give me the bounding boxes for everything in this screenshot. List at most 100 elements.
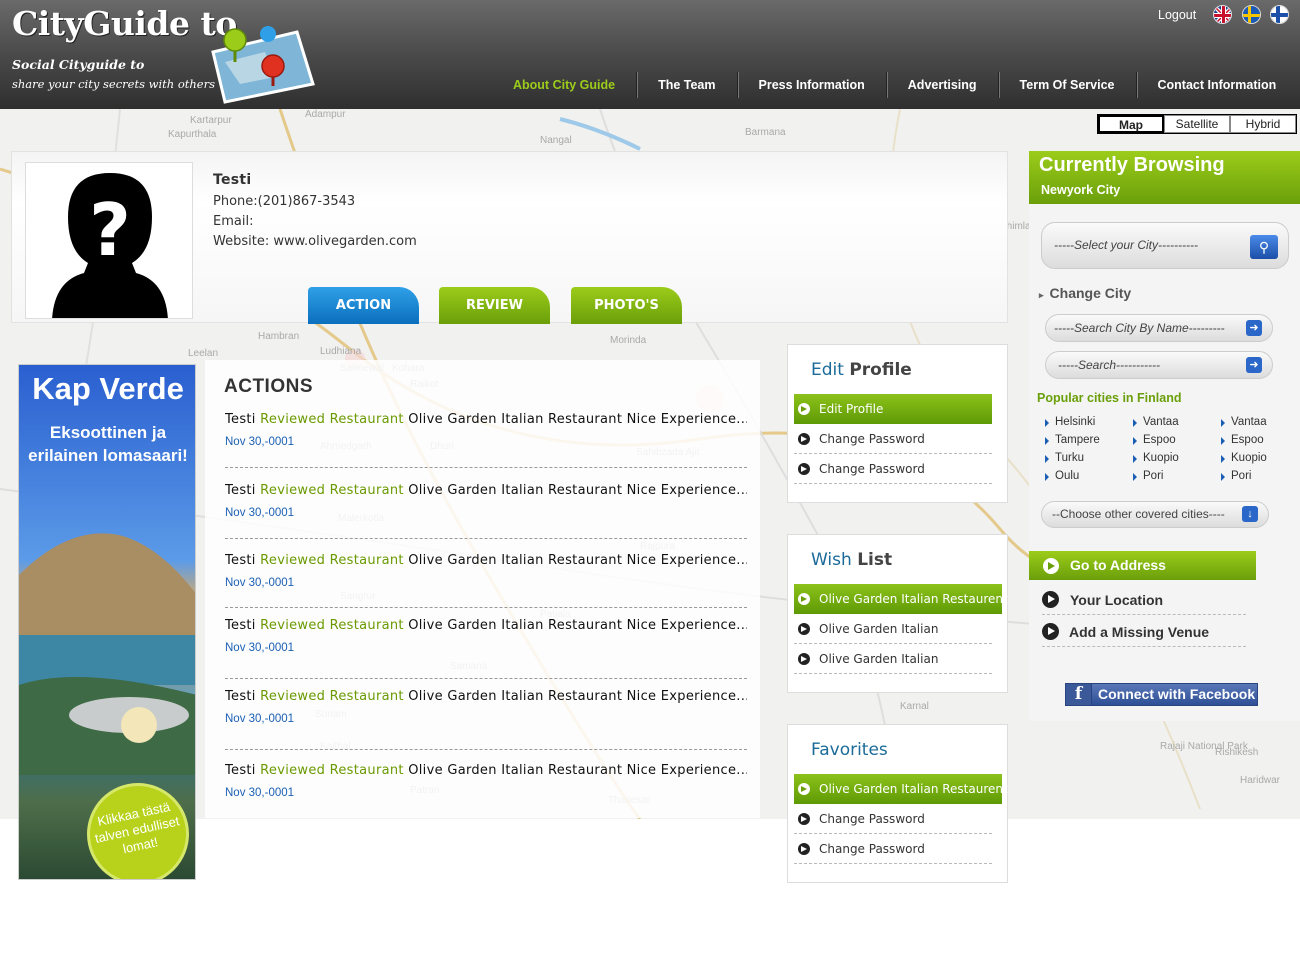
arrow-right-icon[interactable]: ➜ xyxy=(1246,357,1262,373)
nav-the-team[interactable]: The Team xyxy=(637,72,738,98)
finland-flag-icon[interactable] xyxy=(1270,5,1289,24)
nav-advertising[interactable]: Advertising xyxy=(887,72,999,98)
action-user[interactable]: Testi xyxy=(225,483,256,498)
city-link[interactable]: Kuopio xyxy=(1133,452,1221,464)
city-link[interactable]: Helsinki xyxy=(1045,416,1133,428)
action-text[interactable]: Olive Garden Italian Restaurant Nice Exp… xyxy=(408,689,747,704)
action-divider xyxy=(225,607,747,608)
map-place-label: Kapurthala xyxy=(168,129,217,140)
action-item: Testi Reviewed Restaurant Olive Garden I… xyxy=(225,553,747,589)
current-city: Newyork City xyxy=(1041,183,1121,197)
wish-list-item[interactable]: Olive Garden Italian Restaurent xyxy=(794,584,1008,614)
action-text[interactable]: Olive Garden Italian Restaurant Nice Exp… xyxy=(408,618,747,633)
site-header: CityGuide to Social Cityguide to share y… xyxy=(0,0,1300,109)
action-text[interactable]: Olive Garden Italian Restaurant Nice Exp… xyxy=(408,483,747,498)
profile-website[interactable]: Website: www.olivegarden.com xyxy=(213,234,417,249)
city-link[interactable]: Kuopio xyxy=(1221,452,1285,464)
tab-action[interactable]: ACTION xyxy=(308,287,419,324)
ad-subtitle: Eksoottinen ja erilainen lomasaari! xyxy=(28,423,188,465)
city-link[interactable]: Pori xyxy=(1133,470,1221,482)
site-logo-title[interactable]: CityGuide to xyxy=(12,4,237,43)
tab-review[interactable]: REVIEW xyxy=(439,287,550,324)
search-icon[interactable]: ⚲ xyxy=(1250,235,1278,259)
tab-photos[interactable]: PHOTO'S xyxy=(571,287,682,324)
nav-contact-information[interactable]: Contact Information xyxy=(1137,72,1292,98)
action-user[interactable]: Testi xyxy=(225,689,256,704)
favorite-item[interactable]: Change Password xyxy=(794,804,992,834)
profile-name: Testi xyxy=(213,172,252,188)
city-link[interactable]: Tampere xyxy=(1045,434,1133,446)
action-verb: Reviewed Restaurant xyxy=(260,483,404,498)
favorite-item[interactable]: Olive Garden Italian Restaurent xyxy=(794,774,1008,804)
sweden-flag-icon[interactable] xyxy=(1242,5,1261,24)
map-place-label: Morinda xyxy=(610,335,647,346)
action-text[interactable]: Olive Garden Italian Restaurant Nice Exp… xyxy=(408,553,747,568)
go-to-address-button[interactable]: Go to Address xyxy=(1029,551,1256,580)
change-password-link[interactable]: Change Password xyxy=(794,424,992,454)
map-type-hybrid[interactable]: Hybrid xyxy=(1230,115,1296,133)
popular-cities-title: Popular cities in Finland xyxy=(1037,391,1182,405)
action-user[interactable]: Testi xyxy=(225,553,256,568)
site-logo-tagline-2: share your city secrets with others xyxy=(12,77,215,91)
search-input[interactable]: -----Search----------- ➜ xyxy=(1045,351,1273,379)
map-type-map[interactable]: Map xyxy=(1098,115,1164,133)
action-divider xyxy=(225,678,747,679)
action-verb: Reviewed Restaurant xyxy=(260,618,404,633)
arrow-right-icon[interactable]: ➜ xyxy=(1246,320,1262,336)
action-verb: Reviewed Restaurant xyxy=(260,763,404,778)
search-city-input[interactable]: -----Search City By Name--------- ➜ xyxy=(1045,314,1273,342)
wish-list-item[interactable]: Olive Garden Italian xyxy=(794,644,992,674)
action-text[interactable]: Olive Garden Italian Restaurant Nice Exp… xyxy=(408,763,747,778)
logout-link[interactable]: Logout xyxy=(1158,8,1196,22)
add-missing-venue-link[interactable]: Add a Missing Venue xyxy=(1042,617,1246,647)
wish-list-item[interactable]: Olive Garden Italian xyxy=(794,614,992,644)
arrow-right-icon xyxy=(798,653,810,665)
edit-profile-link[interactable]: Edit Profile xyxy=(794,394,992,424)
change-password-link[interactable]: Change Password xyxy=(794,454,992,484)
change-city-label[interactable]: ▸ Change City xyxy=(1039,285,1131,301)
city-link[interactable]: Oulu xyxy=(1045,470,1133,482)
action-date: Nov 30,-0001 xyxy=(225,642,295,654)
city-link[interactable]: Turku xyxy=(1045,452,1133,464)
ad-badge[interactable]: Klikkaa tästä talven edulliset lomat! xyxy=(77,773,195,879)
city-link[interactable]: Vantaa xyxy=(1133,416,1221,428)
city-link[interactable]: Pori xyxy=(1221,470,1285,482)
profile-avatar: ? xyxy=(25,162,193,319)
city-link[interactable]: Vantaa xyxy=(1221,416,1285,428)
main-nav: About City Guide The Team Press Informat… xyxy=(492,70,1291,100)
action-date: Nov 30,-0001 xyxy=(225,713,295,725)
map-type-satellite[interactable]: Satellite xyxy=(1164,115,1230,133)
action-user[interactable]: Testi xyxy=(225,412,256,427)
arrow-right-icon xyxy=(798,593,810,605)
choose-other-cities-dropdown[interactable]: --Choose other covered cities---- ↓ xyxy=(1041,501,1269,528)
action-text[interactable]: Olive Garden Italian Restaurant Nice Exp… xyxy=(408,412,747,427)
city-link[interactable]: Espoo xyxy=(1133,434,1221,446)
nav-press-information[interactable]: Press Information xyxy=(738,72,887,98)
svg-text:?: ? xyxy=(89,188,131,272)
map-type-toggle: Map Satellite Hybrid xyxy=(1097,114,1297,134)
action-date: Nov 30,-0001 xyxy=(225,577,295,589)
action-user[interactable]: Testi xyxy=(225,763,256,778)
chevron-down-icon[interactable]: ↓ xyxy=(1242,506,1258,522)
nav-about-city-guide[interactable]: About City Guide xyxy=(492,72,638,98)
profile-phone: Phone:(201)867-3543 xyxy=(213,194,356,209)
advertisement-banner[interactable]: Kap Verde Eksoottinen ja erilainen lomas… xyxy=(18,364,196,880)
favorite-item[interactable]: Change Password xyxy=(794,834,992,864)
map-place-label: Rajaji National Park xyxy=(1160,741,1249,752)
select-city-dropdown[interactable]: -----Select your City---------- ⚲ xyxy=(1041,222,1289,269)
action-item: Testi Reviewed Restaurant Olive Garden I… xyxy=(225,483,747,519)
action-divider xyxy=(225,467,747,468)
action-date: Nov 30,-0001 xyxy=(225,787,295,799)
your-location-link[interactable]: Your Location xyxy=(1042,585,1246,615)
wish-list-title: Wish List xyxy=(811,550,893,570)
uk-flag-icon[interactable] xyxy=(1213,5,1232,24)
city-link[interactable]: Espoo xyxy=(1221,434,1285,446)
connect-facebook-button[interactable]: f Connect with Facebook xyxy=(1065,683,1258,706)
map-place-label: Barmana xyxy=(745,127,786,138)
facebook-icon: f xyxy=(1066,684,1092,705)
nav-term-of-service[interactable]: Term Of Service xyxy=(999,72,1137,98)
edit-profile-box: Edit Profile Edit Profile Change Passwor… xyxy=(787,344,1008,503)
action-user[interactable]: Testi xyxy=(225,618,256,633)
currently-browsing-header: Currently Browsing Newyork City xyxy=(1029,151,1300,204)
map-place-label: Karnal xyxy=(900,701,929,712)
